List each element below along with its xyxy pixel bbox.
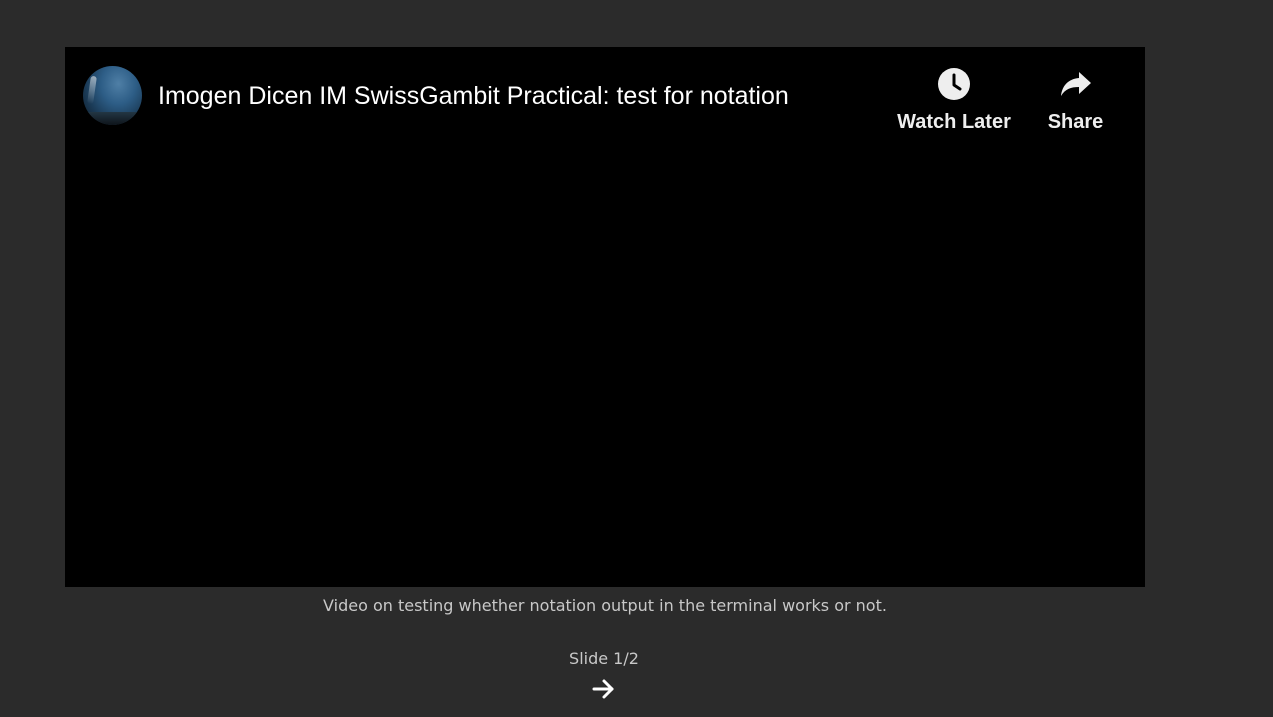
arrow-right-icon[interactable] xyxy=(592,678,616,700)
video-caption: Video on testing whether notation output… xyxy=(323,596,887,615)
share-arrow-icon xyxy=(1060,72,1091,96)
watch-later-label: Watch Later xyxy=(897,111,1011,133)
slideshow-page: Imogen Dicen IM SwissGambit Practical: t… xyxy=(0,0,1273,717)
share-button[interactable]: Share xyxy=(1028,67,1123,133)
clock-icon xyxy=(938,68,970,100)
slide-counter: Slide 1/2 xyxy=(569,649,639,668)
avatar-glint xyxy=(87,75,97,105)
watch-later-button[interactable]: Watch Later xyxy=(894,67,1014,133)
video-title[interactable]: Imogen Dicen IM SwissGambit Practical: t… xyxy=(158,81,789,111)
share-label: Share xyxy=(1047,111,1104,133)
video-player[interactable]: Imogen Dicen IM SwissGambit Practical: t… xyxy=(65,47,1145,587)
avatar-horizon xyxy=(83,112,142,125)
channel-avatar[interactable] xyxy=(83,66,142,125)
